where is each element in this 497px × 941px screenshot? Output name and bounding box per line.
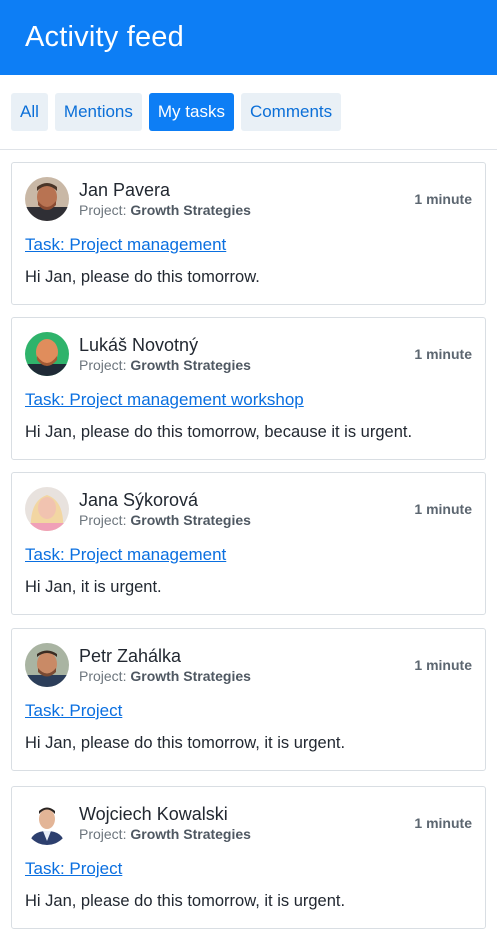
user-name: Lukáš Novotný xyxy=(79,335,199,355)
tab-comments[interactable]: Comments xyxy=(240,93,342,131)
task-link[interactable]: Task: Project xyxy=(25,701,122,721)
activity-card: Jana Sýkorová Project: Growth Strategies… xyxy=(11,472,486,615)
app-header: Activity feed xyxy=(0,0,497,75)
message-text: Hi Jan, please do this tomorrow, because… xyxy=(25,423,413,441)
message-text: Hi Jan, please do this tomorrow. xyxy=(25,268,260,286)
project-line: Project: Growth Strategies xyxy=(79,668,251,684)
timestamp: 1 minute xyxy=(414,346,472,362)
user-name: Petr Zahálka xyxy=(79,646,182,666)
message-text: Hi Jan, please do this tomorrow, it is u… xyxy=(25,892,346,910)
activity-card: Petr Zahálka Project: Growth Strategies … xyxy=(11,628,486,771)
user-photo-icon xyxy=(25,801,69,845)
project-line: Project: Growth Strategies xyxy=(79,202,251,218)
project-line: Project: Growth Strategies xyxy=(79,512,251,528)
page-title: Activity feed xyxy=(25,21,184,53)
user-name: Wojciech Kowalski xyxy=(79,804,228,824)
activity-card: Wojciech Kowalski Project: Growth Strate… xyxy=(11,786,486,929)
task-link[interactable]: Task: Project management xyxy=(25,545,226,565)
project-line: Project: Growth Strategies xyxy=(79,357,251,373)
user-photo-icon xyxy=(25,487,69,531)
timestamp: 1 minute xyxy=(414,501,472,517)
tab-my-tasks[interactable]: My tasks xyxy=(148,93,234,131)
task-link[interactable]: Task: Project xyxy=(25,859,122,879)
filter-tabs: All Mentions My tasks Comments xyxy=(0,75,497,150)
user-photo-icon xyxy=(25,332,69,376)
user-photo-icon xyxy=(25,643,69,687)
activity-card: Lukáš Novotný Project: Growth Strategies… xyxy=(11,317,486,460)
activity-card: Jan Pavera Project: Growth Strategies 1 … xyxy=(11,162,486,305)
avatar xyxy=(25,801,69,845)
user-name: Jana Sýkorová xyxy=(79,490,199,510)
tab-mentions[interactable]: Mentions xyxy=(54,93,142,131)
avatar xyxy=(25,332,69,376)
timestamp: 1 minute xyxy=(414,657,472,673)
timestamp: 1 minute xyxy=(414,191,472,207)
timestamp: 1 minute xyxy=(414,815,472,831)
avatar xyxy=(25,643,69,687)
avatar xyxy=(25,177,69,221)
project-line: Project: Growth Strategies xyxy=(79,826,251,842)
tab-all[interactable]: All xyxy=(11,93,48,131)
task-link[interactable]: Task: Project management workshop xyxy=(25,390,304,410)
message-text: Hi Jan, please do this tomorrow, it is u… xyxy=(25,734,346,752)
avatar xyxy=(25,487,69,531)
user-photo-icon xyxy=(25,177,69,221)
message-text: Hi Jan, it is urgent. xyxy=(25,578,162,596)
user-name: Jan Pavera xyxy=(79,180,171,200)
task-link[interactable]: Task: Project management xyxy=(25,235,226,255)
